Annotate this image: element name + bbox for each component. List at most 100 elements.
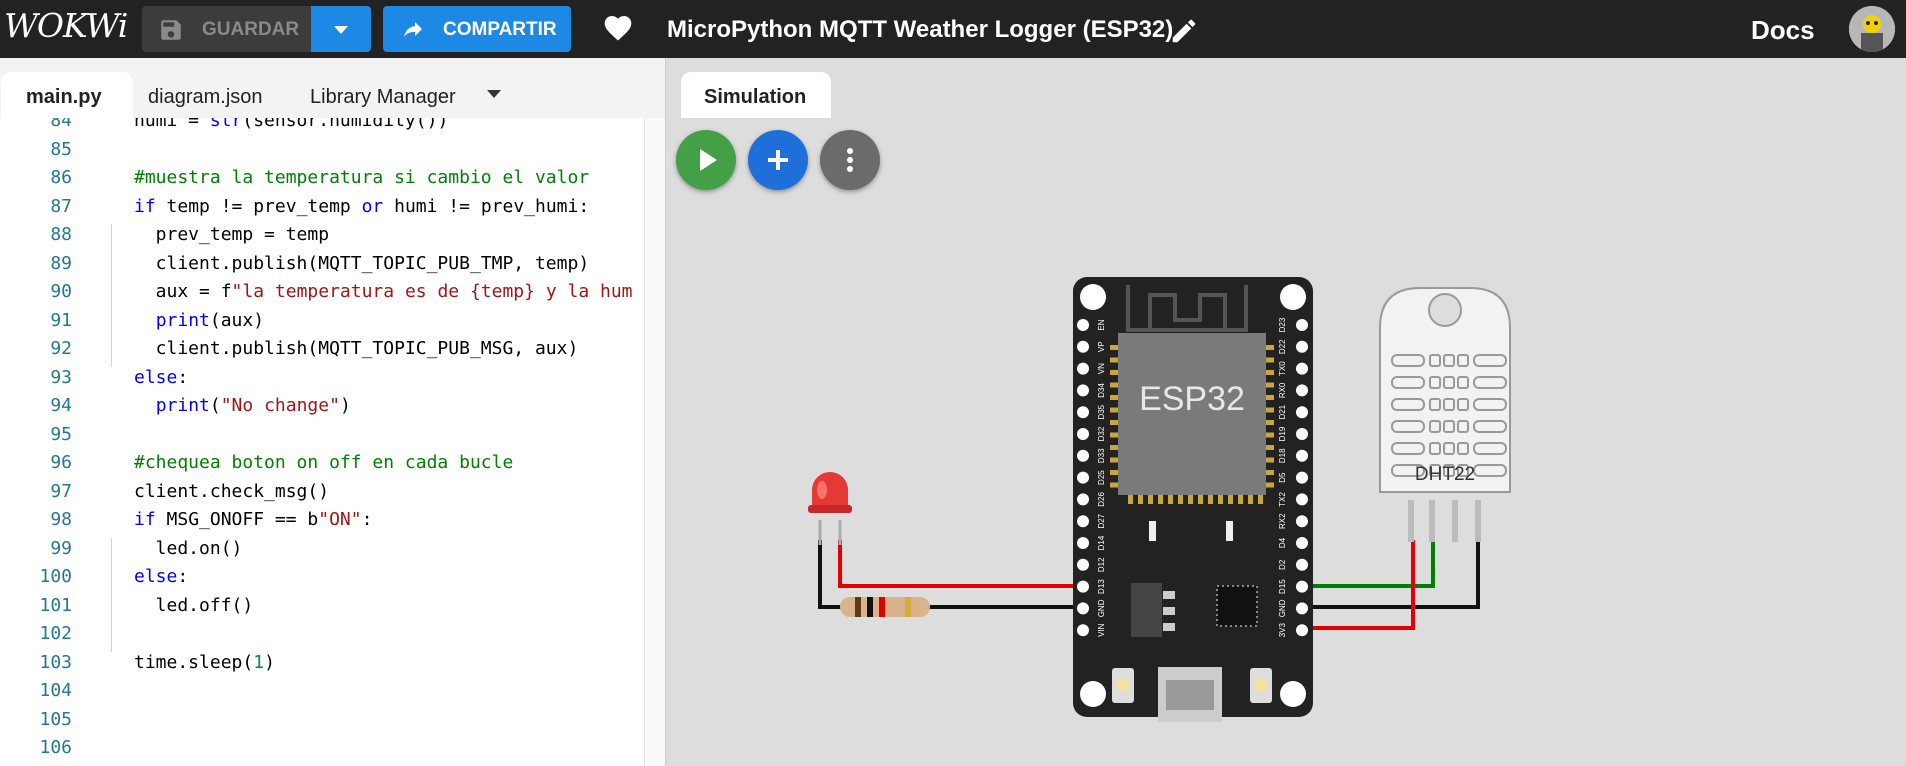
project-title[interactable]: MicroPython MQTT Weather Logger (ESP32) — [667, 16, 1173, 44]
line-number: 92 — [50, 338, 72, 359]
code-line[interactable]: prev_temp = temp — [134, 224, 329, 245]
pin-hole[interactable] — [1077, 449, 1089, 462]
caret-down-icon — [334, 26, 348, 34]
share-button[interactable]: COMPARTIR — [383, 6, 571, 52]
code-line[interactable]: if temp != prev_temp or humi != prev_hum… — [134, 196, 589, 217]
code-line[interactable]: print(aux) — [134, 310, 264, 331]
pin-hole[interactable] — [1296, 428, 1308, 440]
more-tabs-caret-icon[interactable] — [485, 88, 503, 100]
resistor[interactable] — [840, 597, 930, 617]
tab-label: Simulation — [704, 86, 807, 108]
line-number: 93 — [50, 366, 72, 388]
right-pin-header[interactable]: D23 D22 TX0 RX0 D21 D19 D18 D5 TX2 RX2 D4 D2 D15 GND 3… — [1278, 317, 1308, 637]
code-line[interactable]: else: — [134, 367, 188, 388]
play-simulation-button[interactable] — [676, 130, 736, 190]
tab-library-manager[interactable]: Library Manager — [295, 72, 475, 118]
tab-diagram-json[interactable]: diagram.json — [133, 72, 283, 118]
pin-label: D18 — [1278, 448, 1287, 463]
editor-scrollbar[interactable] — [644, 118, 665, 766]
board-label: ESP32 — [1139, 380, 1245, 418]
pin-hole[interactable] — [1077, 406, 1089, 419]
line-number: 87 — [50, 195, 72, 217]
pin-hole[interactable] — [1077, 428, 1089, 440]
pin-label: D33 — [1097, 448, 1106, 463]
pin-hole[interactable] — [1296, 340, 1308, 353]
pin-label: D14 — [1097, 535, 1106, 550]
plus-icon — [768, 150, 788, 170]
line-number: 105 — [39, 708, 72, 730]
pin-hole[interactable] — [1077, 537, 1089, 549]
user-avatar[interactable] — [1849, 6, 1895, 52]
pin-hole[interactable] — [1077, 624, 1089, 637]
code-line[interactable]: time.sleep(1) — [134, 652, 275, 673]
code-line[interactable]: #muestra la temperatura si cambio el val… — [134, 167, 589, 188]
floppy-disk-icon — [161, 20, 181, 40]
line-number: 98 — [50, 509, 72, 530]
red-led[interactable] — [808, 472, 852, 545]
tab-main-py[interactable]: main.py — [1, 72, 133, 118]
pin-label: D19 — [1278, 426, 1287, 441]
pin-hole[interactable] — [1077, 580, 1089, 593]
pin-hole[interactable] — [1077, 319, 1089, 331]
pin-hole[interactable] — [1077, 493, 1089, 506]
pin-hole[interactable] — [1296, 602, 1308, 615]
pin-label: EN — [1097, 319, 1106, 330]
pin-hole[interactable] — [1296, 624, 1308, 637]
add-part-button[interactable] — [748, 130, 808, 190]
pin-hole[interactable] — [1296, 319, 1308, 331]
pin-hole[interactable] — [1077, 340, 1089, 353]
pin-hole[interactable] — [1296, 515, 1308, 528]
heart-icon[interactable] — [601, 12, 635, 44]
pin-label: D35 — [1097, 404, 1106, 419]
pencil-edit-icon[interactable] — [1169, 16, 1199, 46]
code-line[interactable]: aux = f"la temperatura es de {temp} y la… — [134, 281, 633, 302]
docs-link[interactable]: Docs — [1751, 15, 1815, 46]
code-line[interactable]: print("No change") — [134, 395, 351, 416]
code-line[interactable]: led.off() — [134, 595, 254, 616]
pin-hole[interactable] — [1296, 449, 1308, 462]
indent-guide — [111, 594, 112, 652]
pin-hole[interactable] — [1296, 537, 1308, 549]
esp32-board[interactable]: ESP32 EN VP VN D34 D35 D32 D33 D25 D26 D27 D14 D12 D… — [1073, 277, 1313, 722]
kebab-menu-icon — [847, 148, 853, 172]
code-line[interactable]: client.publish(MQTT_TOPIC_PUB_MSG, aux) — [134, 338, 579, 359]
code-line[interactable]: client.check_msg() — [134, 481, 329, 502]
code-line[interactable]: humi = str(sensor.humidity()) — [134, 118, 448, 131]
code-line[interactable]: if MSG_ONOFF == b"ON": — [134, 509, 372, 530]
line-number: 86 — [50, 167, 72, 188]
pin-hole[interactable] — [1077, 384, 1089, 397]
pin-hole[interactable] — [1077, 558, 1089, 571]
left-pin-header[interactable]: EN VP VN D34 D35 D32 D33 D25 D26 D27 D14 D12 D13 GND V… — [1077, 319, 1106, 637]
pin-hole[interactable] — [1296, 406, 1308, 419]
play-icon — [700, 149, 717, 171]
save-options-dropdown[interactable] — [311, 6, 371, 52]
pin-label: D4 — [1278, 537, 1287, 548]
pin-hole[interactable] — [1296, 362, 1308, 375]
pin-label: D13 — [1097, 579, 1106, 594]
wokwi-logo[interactable]: WOKWi — [4, 6, 128, 45]
pin-hole[interactable] — [1296, 493, 1308, 506]
dht22-sensor[interactable]: DHT22 — [1379, 287, 1511, 542]
pin-hole[interactable] — [1296, 558, 1308, 571]
save-button[interactable]: GUARDAR — [142, 6, 311, 52]
code-area[interactable]: 84 humi = str(sensor.humidity()) 85 86 #mues… — [0, 118, 665, 766]
code-line[interactable]: client.publish(MQTT_TOPIC_PUB_TMP, temp) — [134, 253, 589, 274]
pin-hole[interactable] — [1296, 471, 1308, 484]
more-options-button[interactable] — [820, 130, 880, 190]
pin-hole[interactable] — [1077, 362, 1089, 375]
pin-hole[interactable] — [1077, 471, 1089, 484]
tab-simulation[interactable]: Simulation — [681, 72, 831, 118]
code-line[interactable]: led.on() — [134, 538, 243, 559]
code-line[interactable]: else: — [134, 566, 188, 587]
pin-label: D26 — [1097, 492, 1106, 507]
pin-label: TX0 — [1278, 361, 1287, 376]
pin-label: D12 — [1097, 557, 1106, 572]
line-number: 104 — [39, 680, 72, 701]
pin-hole[interactable] — [1077, 602, 1089, 615]
pin-hole[interactable] — [1296, 384, 1308, 397]
pin-hole[interactable] — [1296, 580, 1308, 593]
pin-label: D2 — [1278, 559, 1287, 570]
pin-hole[interactable] — [1077, 515, 1089, 528]
code-line[interactable]: #chequea boton on off en cada bucle — [134, 452, 513, 473]
wires[interactable] — [818, 540, 1480, 630]
